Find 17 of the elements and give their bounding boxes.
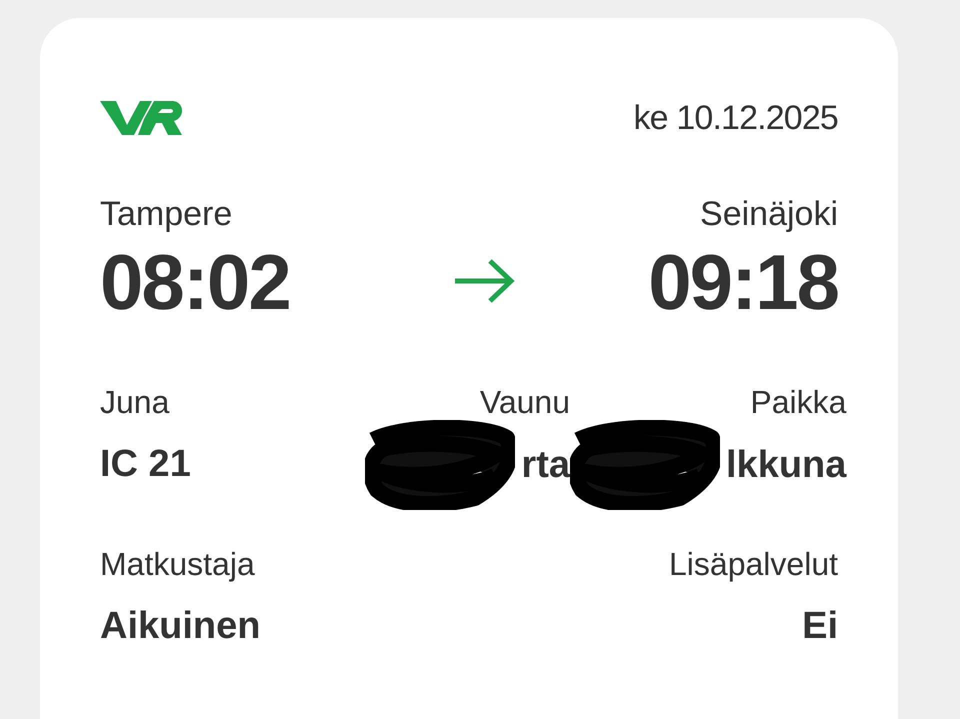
field-label: Matkustaja [100, 545, 255, 584]
field-label: Vaunu [480, 383, 570, 422]
field-label: Juna [100, 383, 170, 422]
departure-time: 08:02 [100, 237, 290, 328]
travel-date: ke 10.12.2025 [634, 98, 838, 138]
arrival-station: Seinäjoki [700, 194, 838, 234]
arrow-right-icon [453, 258, 515, 304]
field-label: Paikka [750, 383, 846, 422]
departure-station: Tampere [100, 194, 234, 234]
field-value: Ei [802, 604, 838, 649]
arrival-time: 09:18 [648, 237, 838, 328]
field-value: lkkuna [726, 443, 846, 488]
field-label: Lisäpalvelut [669, 545, 838, 584]
field-value: rta [521, 443, 570, 488]
field-value: IC 21 [100, 442, 191, 487]
field-value: Aikuinen [100, 604, 260, 649]
logo-icon [100, 99, 184, 137]
